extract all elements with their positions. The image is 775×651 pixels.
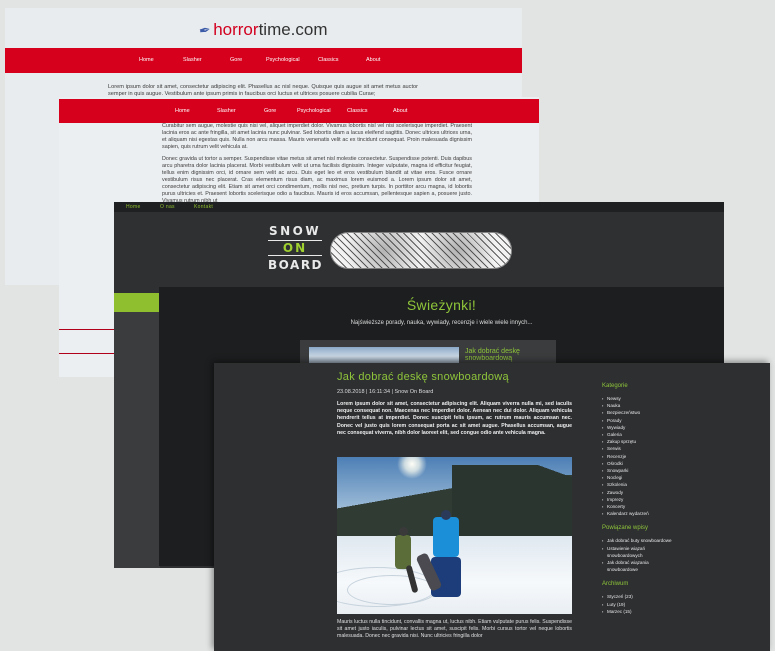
category-link[interactable]: Nauka <box>602 402 672 409</box>
category-link[interactable]: Serwis <box>602 445 672 452</box>
category-link[interactable]: Zawody <box>602 489 672 496</box>
nav-gore[interactable]: Gore <box>264 99 276 124</box>
nav-about[interactable]: About <box>366 48 380 73</box>
nav-slasher[interactable]: Slasher <box>183 48 202 73</box>
related-link[interactable]: Jak dobrać buty snowboardowe <box>602 537 672 544</box>
category-link[interactable]: Noclegi <box>602 474 672 481</box>
nav-classics[interactable]: Classics <box>318 48 338 73</box>
archive-list: Styczeń (23) Luty (19) Marzec (15) <box>602 593 672 615</box>
nav-about[interactable]: About <box>393 99 407 124</box>
related-link[interactable]: Jak dobrać wiązania snowboardowe <box>602 559 672 573</box>
archive-link[interactable]: Styczeń (23) <box>602 593 672 600</box>
side-accent <box>114 293 160 312</box>
topnav-o-nas[interactable]: O nas <box>160 202 175 212</box>
category-link[interactable]: Wywiady <box>602 424 672 431</box>
related-link[interactable]: Ustawienie wiązań snowboardowych <box>602 545 672 559</box>
category-link[interactable]: Porady <box>602 417 672 424</box>
categories-list: Newsy Nauka Bezpieczeństwo Porady Wywiad… <box>602 395 672 518</box>
divider <box>59 329 114 330</box>
related-heading: Powiązane wpisy <box>602 525 649 532</box>
category-link[interactable]: Szkolenia <box>602 481 672 488</box>
category-link[interactable]: Newsy <box>602 395 672 402</box>
paragraph: Curabitur sem augue, molestie quis nisi … <box>162 123 472 150</box>
nav-psychological[interactable]: Psychological <box>266 48 300 73</box>
article-lead: Lorem ipsum dolor sit amet, consectetur … <box>337 401 572 436</box>
category-link[interactable]: Imprezy <box>602 496 672 503</box>
snowboard-graphic <box>330 232 512 269</box>
horror-article-text: Curabitur sem augue, molestie quis nisi … <box>162 123 472 210</box>
category-link[interactable]: Zakup sprzętu <box>602 438 672 445</box>
archive-link[interactable]: Marzec (15) <box>602 608 672 615</box>
nav-home[interactable]: Home <box>139 48 154 73</box>
nav-psychological[interactable]: Psychological <box>297 99 331 124</box>
category-link[interactable]: Bezpieczeństwo <box>602 409 672 416</box>
horror-nav-bar: Home Slasher Gore Psychological Classics… <box>5 48 522 73</box>
archive-heading: Archiwum <box>602 581 629 588</box>
section-title: Świeżynki! <box>406 297 477 313</box>
sidebar: Kategorie Newsy Nauka Bezpieczeństwo Por… <box>602 383 672 623</box>
paragraph: Donec gravida ut tortor a semper. Suspen… <box>162 156 472 204</box>
categories-heading: Kategorie <box>602 383 628 389</box>
topnav-home[interactable]: Home <box>126 202 141 212</box>
snow-on-board-logo[interactable]: SNOW ON BOARD <box>268 224 322 272</box>
category-link[interactable]: Recenzje <box>602 453 672 460</box>
article-title: Jak dobrać deskę snowboardową <box>337 371 509 383</box>
article-photo <box>337 457 572 614</box>
category-link[interactable]: Kalendarz wydarzeń <box>602 510 672 517</box>
horror-nav-bar-sticky: Home Slasher Gore Psychological Classics… <box>59 99 539 123</box>
top-nav-bar: Home O nas Kontakt <box>114 202 724 212</box>
divider <box>59 353 114 354</box>
article-page-screenshot: Jak dobrać deskę snowboardową 23.08.2018… <box>214 363 770 651</box>
category-link[interactable]: Galeria <box>602 431 672 438</box>
quill-icon: ✒ <box>198 21 213 39</box>
post-card-title[interactable]: Jak dobrać deskę snowboardową <box>465 348 556 362</box>
article-body: Mauris luctus nulla tincidunt, convallis… <box>337 619 572 640</box>
article-meta: 23.08.2018 | 16:11:34 | Snow On Board <box>337 389 434 395</box>
topnav-kontakt[interactable]: Kontakt <box>194 202 213 212</box>
horror-logo[interactable]: ✒horrortime.com <box>5 20 522 40</box>
archive-link[interactable]: Luty (19) <box>602 601 672 608</box>
category-link[interactable]: Ośrodki <box>602 460 672 467</box>
related-list: Jak dobrać buty snowboardowe Ustawienie … <box>602 537 672 573</box>
section-subtitle: Najświeższe porady, nauka, wywiady, rece… <box>350 320 533 326</box>
nav-slasher[interactable]: Slasher <box>217 99 236 124</box>
category-link[interactable]: Koncerty <box>602 503 672 510</box>
nav-classics[interactable]: Classics <box>347 99 367 124</box>
nav-home[interactable]: Home <box>175 99 190 124</box>
category-link[interactable]: Snowparki <box>602 467 672 474</box>
side-panel <box>114 312 160 568</box>
nav-gore[interactable]: Gore <box>230 48 242 73</box>
